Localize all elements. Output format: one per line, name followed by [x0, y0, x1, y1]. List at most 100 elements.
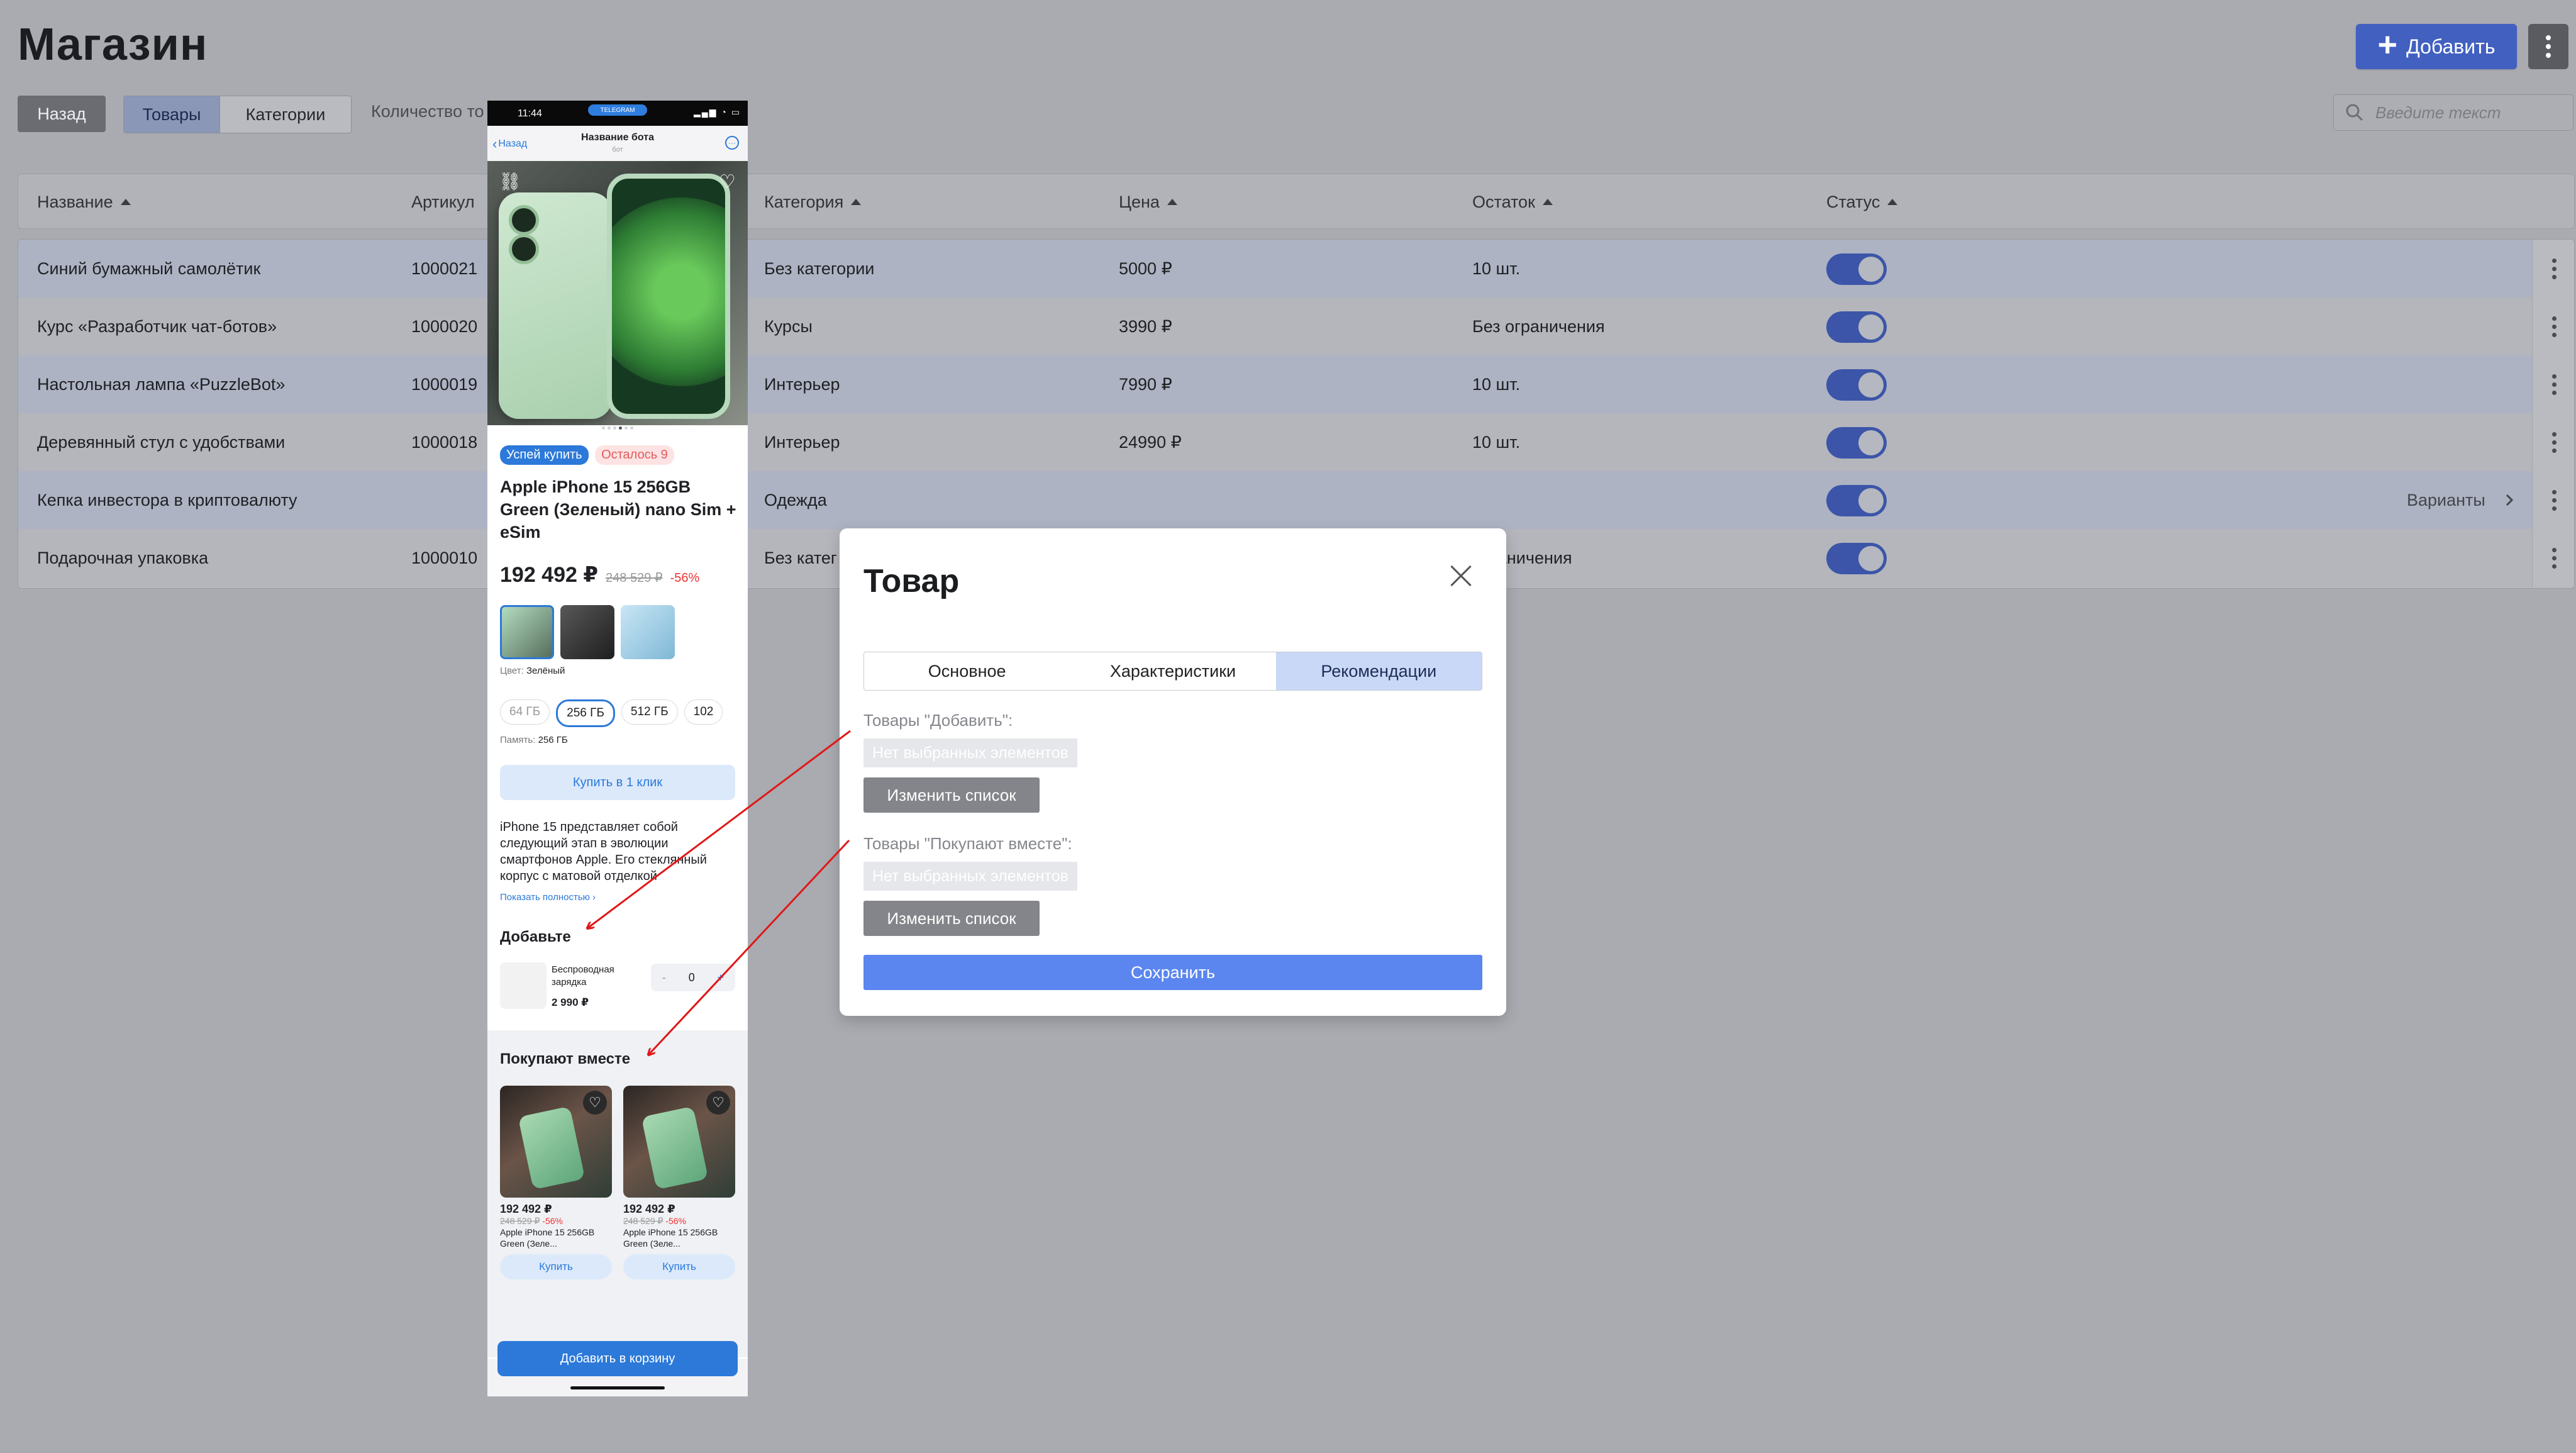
- color-line: Цвет: Зелёный: [500, 665, 565, 676]
- table-row[interactable]: Курс «Разработчик чат-ботов» 1000020 Кур…: [18, 298, 2574, 355]
- table-row[interactable]: Настольная лампа «PuzzleBot» 1000019 Инт…: [18, 355, 2574, 413]
- camera-lens: [509, 205, 539, 235]
- add-button[interactable]: + Добавить: [2356, 24, 2517, 69]
- card-buy-button[interactable]: Купить: [623, 1254, 735, 1279]
- count-label: Количество то: [371, 102, 484, 121]
- more-menu-button[interactable]: [2528, 24, 2568, 69]
- addon-price: 2 990 ₽: [552, 996, 589, 1008]
- search-placeholder: Введите текст: [2375, 103, 2501, 122]
- tab-recommendations[interactable]: Рекомендации: [1275, 652, 1482, 690]
- back-button[interactable]: Назад: [18, 96, 106, 132]
- row-sku: 1000010: [411, 548, 478, 567]
- row-name: Деревянный стул с удобствами: [37, 432, 286, 452]
- status-bar: 11:44 TELEGRAM ▂▄▆ ◔ ▭: [487, 101, 748, 126]
- addon-qty: 0: [688, 971, 695, 984]
- modal-title: Товар: [863, 563, 960, 599]
- tab-characteristics[interactable]: Характеристики: [1070, 652, 1275, 690]
- variants-link[interactable]: Варианты: [2407, 471, 2514, 529]
- heart-icon[interactable]: ♡: [719, 171, 740, 192]
- product-title: Apple iPhone 15 256GB Green (Зеленый) na…: [500, 477, 736, 542]
- addons-title: Добавьте: [500, 928, 571, 945]
- plus-icon[interactable]: +: [718, 971, 724, 984]
- row-sku: 1000018: [411, 432, 478, 452]
- together-section-label: Товары "Покупают вместе":: [863, 834, 1072, 853]
- chevron-right-icon: [2506, 494, 2513, 506]
- change-together-button[interactable]: Изменить список: [863, 901, 1040, 936]
- minus-icon[interactable]: -: [662, 971, 666, 984]
- recommendation-card[interactable]: ♡ 192 492 ₽ 248 529 ₽ -56% Apple iPhone …: [500, 1086, 612, 1279]
- card-image: ♡: [623, 1086, 735, 1198]
- card-name: Apple iPhone 15 256GB Green (Зеле...: [500, 1227, 595, 1249]
- more-vertical-icon: [2551, 489, 2557, 511]
- tab-categories[interactable]: Категории: [219, 96, 351, 133]
- add-to-cart-button[interactable]: Добавить в корзину: [497, 1341, 738, 1376]
- more-vertical-icon: [2551, 547, 2557, 569]
- iphone-front-illustration: [607, 174, 730, 419]
- row-menu-button[interactable]: [2532, 240, 2574, 298]
- col-category[interactable]: Категория: [764, 174, 862, 230]
- memory-options: 64 ГБ 256 ГБ 512 ГБ 102: [500, 699, 739, 727]
- price: 192 492 ₽: [500, 563, 599, 587]
- row-menu-button[interactable]: [2532, 298, 2574, 355]
- addon-qty-stepper[interactable]: - 0 +: [651, 964, 735, 991]
- memory-option-selected[interactable]: 256 ГБ: [556, 699, 615, 727]
- status-toggle[interactable]: [1826, 311, 1887, 343]
- search-input[interactable]: Введите текст: [2333, 94, 2573, 131]
- camera-lens: [509, 234, 539, 264]
- memory-option[interactable]: 102: [684, 699, 723, 725]
- row-category: Одежда: [764, 490, 827, 509]
- table-row[interactable]: Деревянный стул с удобствами 1000018 Инт…: [18, 413, 2574, 471]
- more-vertical-icon: [2551, 374, 2557, 395]
- color-thumb-green[interactable]: [500, 605, 554, 659]
- row-menu-button[interactable]: [2532, 413, 2574, 471]
- bot-subtitle: бот: [612, 146, 623, 153]
- heart-icon[interactable]: ♡: [583, 1091, 607, 1115]
- phone-preview: 11:44 TELEGRAM ▂▄▆ ◔ ▭ ‹ Назад Название б…: [487, 101, 748, 1396]
- row-menu-button[interactable]: [2532, 355, 2574, 413]
- col-sku[interactable]: Артикул: [411, 174, 475, 230]
- card-buy-button[interactable]: Купить: [500, 1254, 612, 1279]
- status-toggle[interactable]: [1826, 427, 1887, 459]
- table-row[interactable]: Кепка инвестора в криптовалюту Одежда Ва…: [18, 471, 2574, 529]
- variants-label: Варианты: [2407, 490, 2485, 509]
- status-toggle[interactable]: [1826, 253, 1887, 285]
- status-toggle[interactable]: [1826, 369, 1887, 401]
- search-icon: [2346, 104, 2363, 121]
- show-more-link[interactable]: Показать полностью ›: [500, 892, 739, 903]
- col-name[interactable]: Название: [37, 174, 131, 230]
- change-addons-button[interactable]: Изменить список: [863, 777, 1040, 813]
- bot-name: Название бота: [581, 132, 654, 143]
- status-toggle[interactable]: [1826, 485, 1887, 516]
- heart-icon[interactable]: ♡: [706, 1091, 730, 1115]
- row-menu-button[interactable]: [2532, 471, 2574, 529]
- row-price: 3990 ₽: [1119, 316, 1172, 336]
- col-stock[interactable]: Остаток: [1472, 174, 1553, 230]
- sort-asc-icon: [851, 199, 862, 205]
- color-thumb-dark[interactable]: [560, 605, 614, 659]
- row-sku: 1000020: [411, 316, 478, 336]
- add-button-label: Добавить: [2406, 35, 2496, 58]
- recommendation-card[interactable]: ♡ 192 492 ₽ 248 529 ₽ -56% Apple iPhone …: [623, 1086, 735, 1279]
- memory-option[interactable]: 512 ГБ: [621, 699, 678, 725]
- row-menu-button[interactable]: [2532, 529, 2574, 587]
- color-thumb-blue[interactable]: [621, 605, 675, 659]
- col-status[interactable]: Статус: [1826, 174, 1898, 230]
- addon-name: Беспроводная зарядка: [552, 964, 614, 988]
- card-image: ♡: [500, 1086, 612, 1198]
- col-price[interactable]: Цена: [1119, 174, 1177, 230]
- memory-option[interactable]: 64 ГБ: [500, 699, 550, 725]
- close-icon[interactable]: [1448, 564, 1474, 589]
- save-button[interactable]: Сохранить: [863, 955, 1482, 990]
- more-horizontal-icon[interactable]: ···: [725, 136, 739, 150]
- buy-one-click-button[interactable]: Купить в 1 клик: [500, 765, 735, 800]
- status-toggle[interactable]: [1826, 543, 1887, 574]
- memory-line: Память: 256 ГБ: [500, 735, 568, 745]
- row-category: Курсы: [764, 316, 813, 336]
- tab-products[interactable]: Товары: [124, 96, 219, 133]
- product-image[interactable]: ⛓ ♡: [487, 161, 748, 425]
- table-row[interactable]: Синий бумажный самолётик 1000021 Без кат…: [18, 240, 2574, 298]
- share-icon[interactable]: ⛓: [499, 171, 521, 192]
- tab-main[interactable]: Основное: [864, 652, 1070, 690]
- empty-selection-chip: Нет выбранных элементов: [863, 862, 1077, 891]
- sort-asc-icon: [1542, 199, 1553, 205]
